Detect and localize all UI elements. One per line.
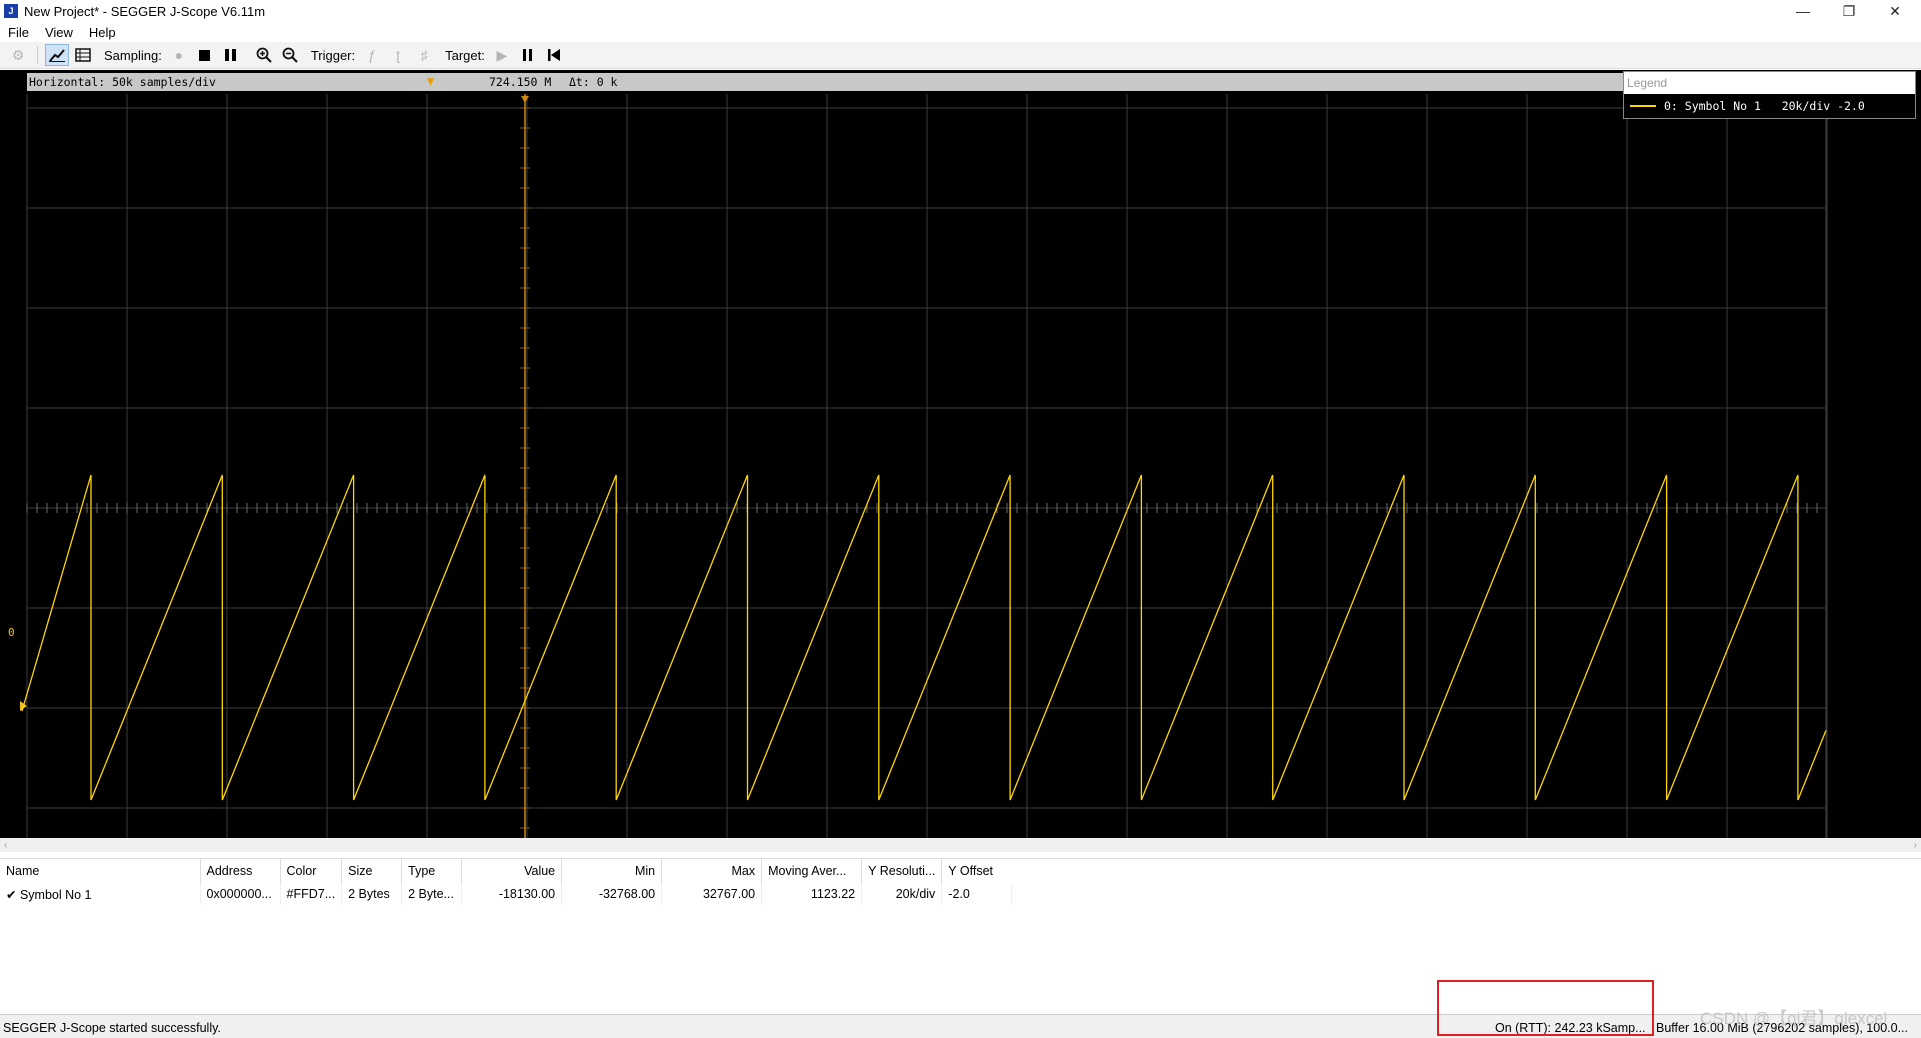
toolbar: ⚙ Sampling: ● Trigger: ƒ ʈ ♯ Target: ▶	[0, 42, 1921, 69]
minimize-button[interactable]: —	[1780, 0, 1826, 22]
settings-gear-icon[interactable]: ⚙	[6, 44, 30, 66]
window-title: New Project* - SEGGER J-Scope V6.11m	[24, 3, 266, 19]
table-grid-icon	[75, 48, 91, 62]
magnifier-plus-icon	[256, 47, 272, 63]
col-y-resolution[interactable]: Y Resoluti...	[861, 859, 943, 883]
maximize-button[interactable]: ❐	[1826, 0, 1872, 22]
app-icon: J	[4, 4, 18, 18]
scope-grid	[26, 94, 1828, 838]
zero-level-label: 0	[8, 626, 15, 639]
graph-view-icon[interactable]	[45, 44, 69, 66]
col-max[interactable]: Max	[661, 859, 763, 883]
cell-size[interactable]: 2 Bytes	[341, 883, 403, 905]
menu-bar: File View Help	[0, 22, 1921, 42]
col-moving-average[interactable]: Moving Aver...	[761, 859, 863, 883]
table-row[interactable]: ✔ Symbol No 1 0x000000... #FFD7... 2 Byt…	[0, 883, 1013, 905]
channel-table: Name Address Color Size Type Value Min M…	[0, 859, 1013, 905]
cell-max: 32767.00	[661, 883, 763, 905]
horizontal-info-bar: Horizontal: 50k samples/div ▼ 724.150 M …	[27, 73, 1625, 91]
horizontal-scale-label: Horizontal: 50k samples/div	[29, 75, 216, 89]
menu-view[interactable]: View	[37, 25, 81, 40]
col-min[interactable]: Min	[561, 859, 663, 883]
pause-icon[interactable]	[219, 44, 243, 66]
cell-address[interactable]: 0x000000...	[200, 883, 281, 905]
scroll-left-icon[interactable]: ‹	[4, 840, 7, 851]
sampling-label: Sampling:	[104, 47, 162, 63]
target-halt-icon[interactable]	[516, 44, 540, 66]
graph-line-icon	[49, 49, 65, 62]
cell-y-resolution[interactable]: 20k/div	[861, 883, 943, 905]
status-message: SEGGER J-Scope started successfully.	[3, 1021, 221, 1035]
menu-help[interactable]: Help	[81, 25, 124, 40]
cell-moving-average: 1123.22	[761, 883, 863, 905]
trigger-rising-icon[interactable]: ƒ	[360, 44, 384, 66]
cell-color[interactable]: #FFD7...	[280, 883, 343, 905]
col-color[interactable]: Color	[280, 859, 343, 883]
trigger-label: Trigger:	[310, 47, 356, 63]
target-label: Target:	[445, 47, 485, 63]
col-address[interactable]: Address	[200, 859, 281, 883]
scope-view[interactable]: Horizontal: 50k samples/div ▼ 724.150 M …	[0, 70, 1921, 838]
cell-type[interactable]: 2 Byte...	[401, 883, 463, 905]
target-reset-icon[interactable]	[542, 44, 566, 66]
trigger-both-icon[interactable]: ♯	[412, 44, 436, 66]
magnifier-minus-icon	[282, 47, 298, 63]
scope-ticks	[26, 107, 1818, 829]
zoom-out-icon[interactable]	[278, 44, 302, 66]
col-type[interactable]: Type	[401, 859, 463, 883]
cell-name[interactable]: ✔ Symbol No 1	[0, 883, 201, 905]
trigger-cursor-head	[521, 96, 529, 103]
target-run-icon[interactable]: ▶	[490, 44, 514, 66]
trigger-position-marker-icon[interactable]: ▼	[427, 74, 434, 88]
title-bar: J New Project* - SEGGER J-Scope V6.11m —…	[0, 0, 1921, 22]
trigger-falling-icon[interactable]: ʈ	[386, 44, 410, 66]
menu-file[interactable]: File	[0, 25, 37, 40]
reset-skip-icon	[547, 49, 560, 61]
table-header-row: Name Address Color Size Type Value Min M…	[0, 859, 1012, 883]
cell-value: -18130.00	[461, 883, 563, 905]
toolbar-separator	[37, 46, 38, 64]
scroll-right-icon[interactable]: ›	[1914, 840, 1917, 851]
stop-icon[interactable]	[193, 44, 217, 66]
record-icon[interactable]: ●	[167, 44, 191, 66]
cell-y-offset[interactable]: -2.0	[941, 883, 1013, 905]
col-value[interactable]: Value	[461, 859, 563, 883]
annotation-highlight-box	[1437, 980, 1654, 1036]
close-button[interactable]: ✕	[1872, 0, 1918, 22]
cell-min: -32768.00	[561, 883, 663, 905]
zoom-in-icon[interactable]	[252, 44, 276, 66]
trigger-position-value: 724.150 M	[489, 75, 552, 89]
col-size[interactable]: Size	[341, 859, 403, 883]
legend-entry-label: 0: Symbol No 1 20k/div -2.0	[1664, 99, 1865, 113]
delta-t-value: Δt: 0 k	[569, 75, 618, 89]
scope-plot[interactable]	[0, 70, 1921, 838]
horizontal-scrollbar[interactable]: ‹ ›	[0, 838, 1921, 852]
legend-color-swatch	[1630, 105, 1656, 107]
table-view-icon[interactable]	[71, 44, 95, 66]
col-name[interactable]: Name	[0, 859, 201, 883]
legend-panel[interactable]: Legend 0: Symbol No 1 20k/div -2.0	[1623, 71, 1916, 119]
symbol-no-1-trace	[21, 474, 1827, 801]
legend-entry[interactable]: 0: Symbol No 1 20k/div -2.0	[1624, 94, 1915, 118]
col-y-offset[interactable]: Y Offset	[942, 859, 1012, 883]
legend-title: Legend	[1624, 72, 1915, 94]
watermark-text: CSDN @【qi君】qlexcel	[1700, 1009, 1888, 1028]
